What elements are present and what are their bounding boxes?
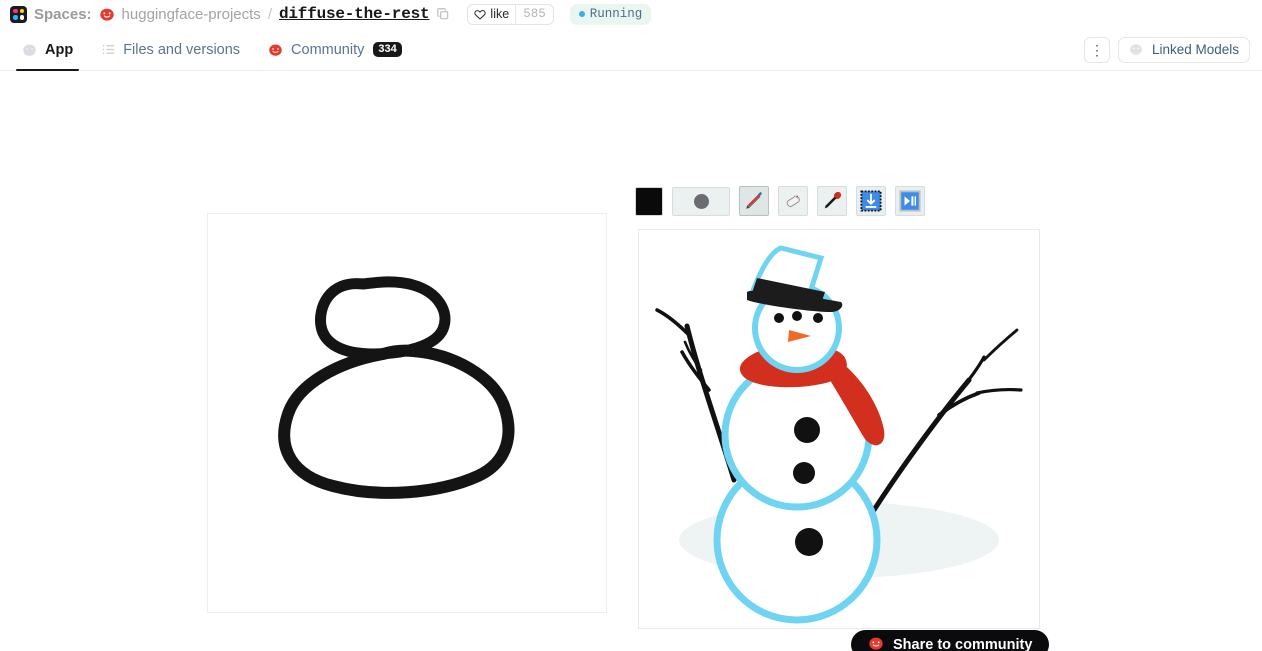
tab-community-label: Community <box>291 41 365 58</box>
spaces-label: Spaces: <box>34 5 92 23</box>
share-to-community-button[interactable]: Share to community <box>851 630 1050 651</box>
tab-files[interactable]: Files and versions <box>87 28 254 71</box>
button-top <box>794 417 820 443</box>
files-icon <box>101 42 116 57</box>
like-button[interactable]: like <box>468 4 517 24</box>
hf-logo-icon <box>268 42 284 58</box>
skip-forward-icon[interactable] <box>895 186 925 216</box>
generated-image[interactable] <box>638 229 1040 629</box>
tab-files-label: Files and versions <box>123 41 241 58</box>
coal-dot <box>813 313 823 323</box>
space-name-link[interactable]: diffuse-the-rest <box>279 5 430 23</box>
hf-logo-icon <box>22 42 38 58</box>
sketch-body-stroke <box>278 344 515 499</box>
like-group[interactable]: like 585 <box>467 3 554 25</box>
huggingface-logo-icon <box>99 6 115 22</box>
color-swatch[interactable] <box>635 186 663 216</box>
tab-app[interactable]: App <box>8 28 87 71</box>
drawing-toolbar <box>635 186 925 216</box>
linked-models-label: Linked Models <box>1151 42 1239 57</box>
button-bottom <box>795 528 823 556</box>
tab-community[interactable]: Community 334 <box>254 28 416 71</box>
sketch-head-stroke <box>315 276 451 360</box>
org-link[interactable]: huggingface-projects <box>122 6 261 23</box>
kebab-menu-label: ⋮ <box>1089 41 1104 58</box>
copy-icon[interactable] <box>436 7 450 21</box>
pen-tool-icon[interactable] <box>739 186 769 216</box>
eye-right <box>792 311 802 321</box>
brush-size-dot-icon <box>693 193 709 209</box>
path-separator: / <box>267 5 272 23</box>
brush-size-preview[interactable] <box>672 186 730 216</box>
tab-app-label: App <box>45 41 74 58</box>
eye-left <box>774 313 784 323</box>
share-to-community-label: Share to community <box>893 636 1033 651</box>
eraser-tool-icon[interactable] <box>778 186 808 216</box>
like-count: 585 <box>523 7 546 21</box>
status-dot-icon <box>578 11 585 17</box>
download-icon[interactable] <box>856 186 886 216</box>
hf-logo-icon <box>1129 42 1145 58</box>
space-header: Spaces: huggingface-projects / diffuse-t… <box>0 0 1262 28</box>
heart-icon <box>474 10 487 20</box>
kebab-menu-icon[interactable]: ⋮ <box>1083 36 1110 63</box>
button-middle <box>793 462 815 484</box>
tab-bar: App Files and versions Community 334 ⋮ L… <box>0 28 1262 71</box>
like-label: like <box>490 7 510 21</box>
drawing-canvas[interactable] <box>207 213 607 613</box>
tab-bar-actions: ⋮ Linked Models <box>1083 28 1254 71</box>
status-badge: Running <box>569 3 652 25</box>
spaces-grid-icon <box>10 5 27 23</box>
community-count-badge: 334 <box>373 42 402 57</box>
huggingface-logo-icon <box>868 635 884 651</box>
linked-models-button[interactable]: Linked Models <box>1117 36 1250 63</box>
status-label: Running <box>589 7 643 21</box>
app-body: Share to community diffuse the f rest <box>0 71 1262 651</box>
brush-tool-icon[interactable] <box>817 186 847 216</box>
